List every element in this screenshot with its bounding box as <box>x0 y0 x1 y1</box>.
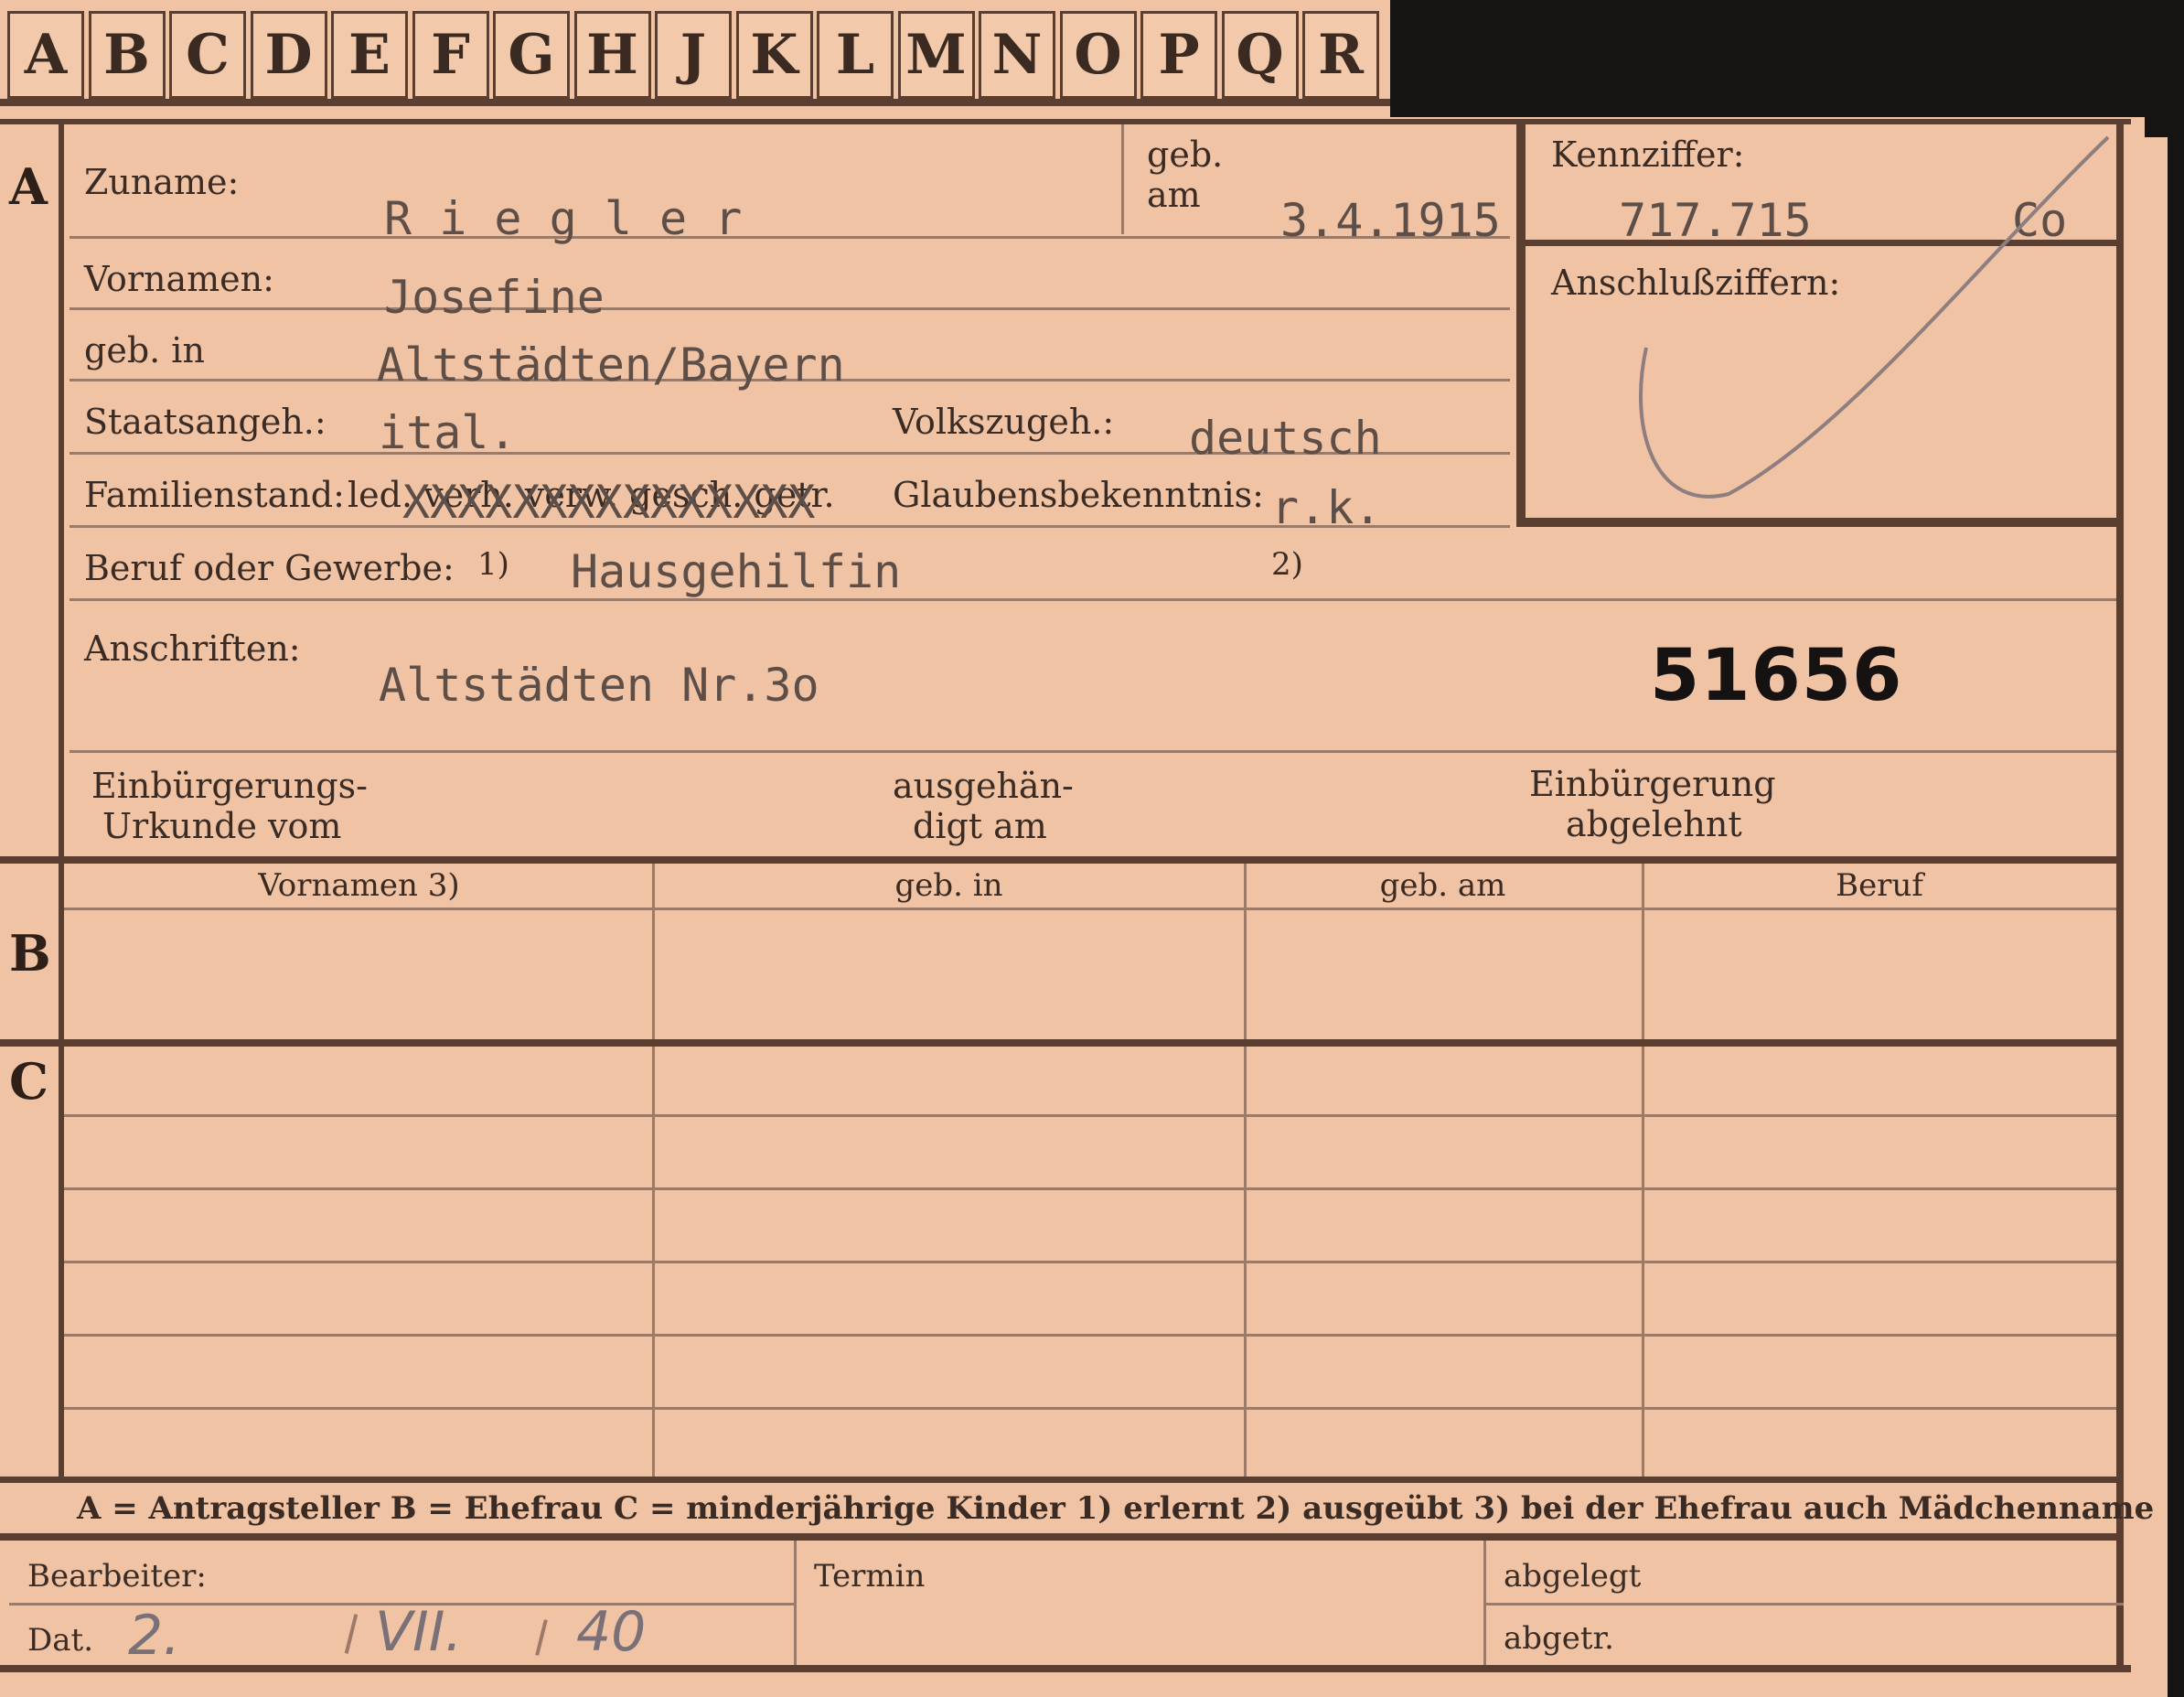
einbuergerungs-label-2: Urkunde vom <box>102 806 342 846</box>
einbuergerung-abgelehnt-label-1: Einbürgerung <box>1529 764 1776 804</box>
volkszugeh-label: Volkszugeh.: <box>893 402 1115 442</box>
alphabet-tab: N <box>979 11 1055 99</box>
abgelegt-label: abgelegt <box>1504 1558 1642 1595</box>
beruf-value: Hausgehilfin <box>571 545 902 598</box>
anschriften-underline <box>70 750 2116 753</box>
alphabet-tab: B <box>88 11 166 99</box>
date-year: 40 <box>576 1600 647 1664</box>
geb-in-value: Altstädten/Bayern <box>377 338 845 392</box>
ausgehaendigt-label-1: ausgehän- <box>893 766 1074 806</box>
bearbeiter-label: Bearbeiter: <box>27 1558 207 1595</box>
check-mark-stroke <box>1639 135 2110 499</box>
c-row-line-2 <box>64 1187 2116 1190</box>
col-header-geb-in: geb. in <box>894 867 1003 904</box>
anschriften-label: Anschriften: <box>84 628 301 669</box>
col-header-vornamen: Vornamen 3) <box>258 867 460 904</box>
geb-divider <box>1121 124 1124 234</box>
vornamen-value: Josefine <box>384 271 605 324</box>
alphabet-tab: G <box>493 11 570 99</box>
footnote-1-marker: 1) <box>477 546 509 583</box>
staatsangeh-label: Staatsangeh.: <box>84 402 327 442</box>
col-header-geb-am: geb. am <box>1379 867 1506 904</box>
beruf-underline <box>70 598 2116 601</box>
col-divider-1 <box>652 864 655 1477</box>
alphabet-tab: C <box>169 11 246 99</box>
anschrift-value: Altstädten Nr.3o <box>379 659 819 712</box>
c-row-line-3 <box>64 1261 2116 1263</box>
alphabet-tab: A <box>7 11 84 99</box>
b-header-underline <box>64 908 2116 910</box>
volkszugeh-value: deutsch <box>1189 412 1382 465</box>
abgetr-label: abgetr. <box>1504 1620 1614 1657</box>
alphabet-tab: M <box>897 11 975 99</box>
termin-label: Termin <box>814 1558 926 1595</box>
geb-am-value: 3.4.1915 <box>1280 194 1501 247</box>
c-row-line-1 <box>64 1114 2116 1117</box>
right-frame-rule <box>2116 124 2124 1670</box>
col-divider-2 <box>1244 864 1247 1477</box>
kennziffer-box-left <box>1516 124 1526 527</box>
dat-label: Dat. <box>27 1622 94 1659</box>
legend-text: A = Antragsteller B = Ehefrau C = minder… <box>77 1490 2155 1527</box>
date-month: VII. <box>375 1600 463 1664</box>
alphabet-tab: H <box>573 11 651 99</box>
beruf-label: Beruf oder Gewerbe: <box>84 548 455 588</box>
left-margin-rule <box>59 124 64 1478</box>
alphabet-tab: F <box>412 11 489 99</box>
card-bottom-rule <box>0 1665 2131 1672</box>
section-c-label: C <box>9 1052 48 1111</box>
zuname-label: Zuname: <box>84 162 240 202</box>
alphabet-tab: L <box>817 11 894 99</box>
zuname-value: R i e g l e r <box>384 192 743 245</box>
familienstand-strikeout: XXXXXXXXXXXXXXX <box>402 476 816 529</box>
stamp-number: 51656 <box>1650 635 1903 717</box>
legend-bottom-rule <box>0 1533 2122 1541</box>
alphabet-tab: J <box>655 11 732 99</box>
c-row-line-4 <box>64 1334 2116 1337</box>
index-card-edge <box>2131 137 2168 1697</box>
section-a-label: A <box>9 157 48 216</box>
col-divider-3 <box>1642 864 1644 1477</box>
c-row-line-5 <box>64 1407 2116 1410</box>
vornamen-underline <box>70 307 1510 310</box>
alphabet-tab: R <box>1302 11 1379 99</box>
alphabet-tab: O <box>1059 11 1137 99</box>
geb-in-label: geb. in <box>84 330 205 371</box>
einbuergerung-abgelehnt-label-2: abgelehnt <box>1566 804 1742 844</box>
check-mark <box>1639 135 2110 499</box>
col-header-beruf: Beruf <box>1836 867 1923 904</box>
alphabet-tab: K <box>735 11 813 99</box>
ausgehaendigt-label-2: digt am <box>913 806 1047 846</box>
date-day: 2. <box>128 1604 181 1668</box>
alphabet-tab: Q <box>1221 11 1299 99</box>
section-b-top-rule <box>0 856 2122 864</box>
staatsangeh-value: ital. <box>379 406 517 459</box>
tab-rule <box>0 99 1390 106</box>
footer-row-divider-right <box>1483 1603 2124 1606</box>
section-c-top-rule <box>0 1039 2122 1047</box>
kennziffer-box-bottom <box>1518 518 2120 527</box>
am-label: am <box>1147 175 1201 215</box>
section-b-label: B <box>9 924 51 983</box>
einbuergerungs-label-1: Einbürgerungs- <box>91 766 368 806</box>
vornamen-label: Vornamen: <box>84 259 274 299</box>
glaubensbekenntnis-label: Glaubensbekenntnis: <box>893 475 1264 515</box>
glaubensbekenntnis-value: r.k. <box>1271 481 1382 534</box>
alphabet-tab: P <box>1140 11 1217 99</box>
familienstand-label: Familienstand: <box>84 475 345 515</box>
legend-top-rule <box>0 1477 2122 1483</box>
alphabet-tab: E <box>331 11 408 99</box>
geb-label: geb. <box>1147 134 1224 175</box>
footnote-2-marker: 2) <box>1271 546 1303 583</box>
alphabet-tab: D <box>250 11 327 99</box>
card-top-rule <box>0 119 2131 124</box>
